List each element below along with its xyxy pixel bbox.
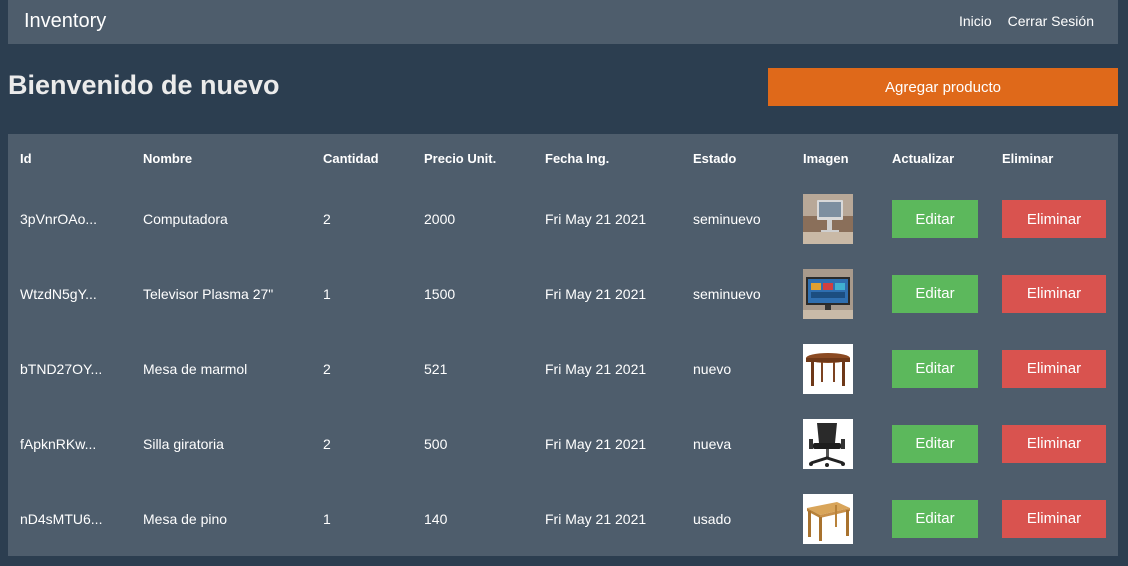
header-actualizar: Actualizar	[892, 150, 955, 166]
add-product-button[interactable]: Agregar producto	[768, 68, 1118, 106]
header-estado: Estado	[693, 150, 737, 166]
delete-button[interactable]: Eliminar	[1002, 349, 1106, 388]
cell-estado: seminuevo	[693, 285, 761, 302]
delete-button[interactable]: Eliminar	[1002, 499, 1106, 538]
delete-button[interactable]: Eliminar	[1002, 200, 1106, 238]
cell-id: WtzdN5gY...	[20, 285, 97, 302]
cell-fecha: Fri May 21 2021	[545, 285, 647, 302]
product-image-computer	[803, 194, 853, 244]
edit-button[interactable]: Editar	[892, 424, 978, 463]
nav-link-inicio[interactable]: Inicio	[959, 13, 992, 29]
edit-button[interactable]: Editar	[892, 349, 978, 388]
cell-precio: 521	[424, 360, 448, 377]
brand-link[interactable]: Inventory	[24, 10, 106, 33]
table-header-row: Id Nombre Cantidad Precio Unit. Fecha In…	[8, 134, 1118, 182]
products-table: Id Nombre Cantidad Precio Unit. Fecha In…	[8, 134, 1118, 556]
cell-cantidad: 2	[323, 211, 331, 227]
cell-nombre: Mesa de marmol	[143, 360, 248, 377]
cell-precio: 1500	[424, 285, 456, 302]
cell-estado: nueva	[693, 435, 732, 452]
table-row: 3pVnrOAo... Computadora 2 2000 Fri May 2…	[8, 182, 1118, 256]
cell-id: 3pVnrOAo...	[20, 211, 98, 227]
cell-id: nD4sMTU6...	[20, 510, 103, 527]
nav-link-cerrar-sesion[interactable]: Cerrar Sesión	[1008, 13, 1094, 29]
cell-estado: seminuevo	[693, 211, 761, 227]
header-precio: Precio Unit.	[424, 150, 497, 166]
delete-button[interactable]: Eliminar	[1002, 274, 1106, 313]
cell-nombre: Mesa de pino	[143, 510, 228, 527]
cell-precio: 140	[424, 510, 448, 527]
cell-fecha: Fri May 21 2021	[545, 435, 647, 452]
cell-cantidad: 1	[323, 285, 331, 302]
cell-cantidad: 2	[323, 360, 331, 377]
products-table-container: Id Nombre Cantidad Precio Unit. Fecha In…	[8, 134, 1118, 556]
table-row: nD4sMTU6... Mesa de pino 1 140 Fri May 2…	[8, 481, 1118, 556]
delete-button[interactable]: Eliminar	[1002, 424, 1106, 463]
product-image-chair	[803, 418, 853, 469]
cell-precio: 500	[424, 435, 448, 452]
edit-button[interactable]: Editar	[892, 274, 978, 313]
table-row: fApknRKw... Silla giratoria 2 500 Fri Ma…	[8, 406, 1118, 481]
cell-nombre: Computadora	[143, 211, 228, 227]
product-image-round-table	[803, 343, 853, 394]
table-row: bTND27OY... Mesa de marmol 2 521 Fri May…	[8, 331, 1118, 406]
edit-button[interactable]: Editar	[892, 200, 978, 238]
cell-fecha: Fri May 21 2021	[545, 360, 647, 377]
cell-id: fApknRKw...	[20, 435, 97, 452]
cell-id: bTND27OY...	[20, 360, 103, 377]
product-image-wood-table	[803, 493, 853, 544]
edit-button[interactable]: Editar	[892, 499, 978, 538]
table-row: WtzdN5gY... Televisor Plasma 27" 1 1500 …	[8, 256, 1118, 331]
cell-cantidad: 2	[323, 435, 331, 452]
cell-nombre: Televisor Plasma 27"	[143, 285, 274, 302]
cell-estado: nuevo	[693, 360, 732, 377]
cell-cantidad: 1	[323, 510, 331, 527]
header-cantidad: Cantidad	[323, 150, 379, 166]
cell-precio: 2000	[424, 211, 456, 227]
header-id: Id	[20, 150, 32, 166]
nav-links: Inicio Cerrar Sesión	[959, 13, 1094, 29]
cell-fecha: Fri May 21 2021	[545, 211, 647, 227]
header-imagen: Imagen	[803, 150, 849, 166]
header-nombre: Nombre	[143, 150, 193, 166]
cell-estado: usado	[693, 510, 732, 527]
header-eliminar: Eliminar	[1002, 150, 1054, 166]
product-image-tv	[803, 268, 853, 319]
cell-nombre: Silla giratoria	[143, 435, 224, 452]
page-title: Bienvenido de nuevo	[8, 70, 280, 100]
header-fecha: Fecha Ing.	[545, 150, 610, 166]
cell-fecha: Fri May 21 2021	[545, 510, 647, 527]
navbar: Inventory Inicio Cerrar Sesión	[8, 0, 1118, 44]
